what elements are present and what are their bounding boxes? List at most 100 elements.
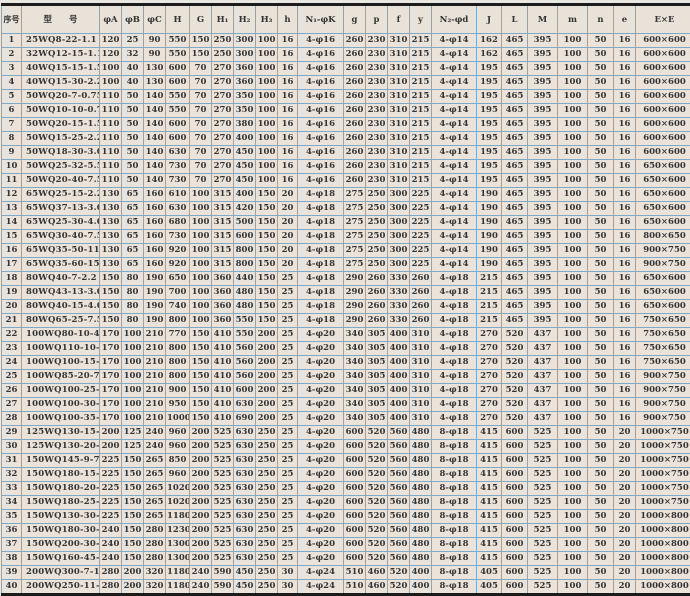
value-cell: 600×600 (636, 90, 690, 104)
value-cell: 200 (190, 496, 212, 510)
value-cell: 270 (212, 118, 234, 132)
value-cell: 100 (558, 440, 588, 454)
value-cell: 310 (388, 48, 410, 62)
value-cell: 100 (190, 286, 212, 300)
value-cell: 20 (614, 566, 636, 580)
value-cell: 16 (614, 286, 636, 300)
value-cell: 8-φ18 (432, 524, 477, 538)
value-cell: 4-φ14 (432, 146, 477, 160)
value-cell: 100 (558, 328, 588, 342)
value-cell: 100 (558, 468, 588, 482)
value-cell: 170 (100, 328, 122, 342)
value-cell: 440 (234, 272, 256, 286)
value-cell: 290 (344, 314, 366, 328)
value-cell: 1000×750 (636, 454, 690, 468)
value-cell: 630 (234, 524, 256, 538)
value-cell: 100 (558, 48, 588, 62)
model-cell: 80WQ40-15-4.0 (22, 300, 100, 314)
value-cell: 20 (614, 496, 636, 510)
value-cell: 225 (100, 496, 122, 510)
value-cell: 4-φ14 (432, 216, 477, 230)
column-header: H₂ (234, 5, 256, 34)
value-cell: 150 (122, 496, 144, 510)
value-cell: 310 (410, 370, 432, 384)
value-cell: 520 (366, 538, 388, 552)
value-cell: 50 (588, 132, 614, 146)
value-cell: 20 (278, 230, 298, 244)
value-cell: 4-φ14 (432, 62, 477, 76)
value-cell: 1000×750 (636, 426, 690, 440)
value-cell: 16 (614, 342, 636, 356)
value-cell: 260 (344, 160, 366, 174)
value-cell: 162 (477, 48, 502, 62)
value-cell: 460 (366, 580, 388, 595)
model-cell: 100WQ100-25-11 (22, 384, 100, 398)
value-cell: 150 (256, 314, 278, 328)
value-cell: 50 (588, 510, 614, 524)
value-cell: 50 (588, 34, 614, 48)
value-cell: 650×600 (636, 272, 690, 286)
value-cell: 960 (166, 426, 190, 440)
value-cell: 100 (558, 244, 588, 258)
value-cell: 4-φ24 (298, 580, 344, 595)
value-cell: 16 (614, 370, 636, 384)
value-cell: 25 (278, 524, 298, 538)
value-cell: 415 (477, 496, 502, 510)
value-cell: 4-φ18 (432, 356, 477, 370)
value-cell: 20 (278, 188, 298, 202)
value-cell: 525 (528, 440, 558, 454)
value-cell: 4-φ14 (432, 202, 477, 216)
value-cell: 25 (278, 482, 298, 496)
value-cell: 465 (502, 132, 528, 146)
value-cell: 12 (2, 188, 22, 202)
value-cell: 550 (166, 48, 190, 62)
value-cell: 525 (212, 468, 234, 482)
value-cell: 600×600 (636, 104, 690, 118)
value-cell: 600 (344, 482, 366, 496)
table-row: 27100WQ100-30-15170100210950150410630200… (2, 398, 690, 412)
value-cell: 100 (256, 160, 278, 174)
value-cell: 100 (256, 132, 278, 146)
value-cell: 195 (477, 146, 502, 160)
value-cell: 270 (212, 104, 234, 118)
model-cell: 65WQ35-60-15 (22, 258, 100, 272)
value-cell: 65 (122, 216, 144, 230)
value-cell: 250 (256, 468, 278, 482)
value-cell: 525 (212, 510, 234, 524)
value-cell: 65 (122, 244, 144, 258)
value-cell: 437 (528, 384, 558, 398)
value-cell: 300 (388, 216, 410, 230)
value-cell: 100 (558, 580, 588, 595)
value-cell: 25 (122, 34, 144, 48)
value-cell: 200 (256, 370, 278, 384)
value-cell: 650×600 (636, 160, 690, 174)
value-cell: 9 (2, 146, 22, 160)
value-cell: 520 (366, 454, 388, 468)
value-cell: 405 (477, 580, 502, 595)
value-cell: 410 (212, 342, 234, 356)
value-cell: 4-φ18 (432, 272, 477, 286)
value-cell: 50 (588, 90, 614, 104)
value-cell: 600×600 (636, 132, 690, 146)
value-cell: 600×600 (636, 34, 690, 48)
value-cell: 280 (144, 538, 166, 552)
value-cell: 3 (2, 62, 22, 76)
value-cell: 100 (558, 132, 588, 146)
model-cell: 50WQ20-15-1.5 (22, 118, 100, 132)
value-cell: 360 (212, 300, 234, 314)
value-cell: 1000×800 (636, 524, 690, 538)
column-header: h (278, 5, 298, 34)
value-cell: 16 (614, 76, 636, 90)
value-cell: 4-φ16 (298, 132, 344, 146)
value-cell: 50 (122, 160, 144, 174)
table-row: 1765WQ35-60-1513065160920100315800150204… (2, 258, 690, 272)
value-cell: 600 (344, 524, 366, 538)
value-cell: 250 (212, 34, 234, 48)
table-row: 1265WQ25-15-2.21306516061010031540015020… (2, 188, 690, 202)
value-cell: 70 (190, 104, 212, 118)
value-cell: 600 (166, 76, 190, 90)
value-cell: 50 (122, 146, 144, 160)
value-cell: 110 (100, 146, 122, 160)
value-cell: 310 (410, 356, 432, 370)
value-cell: 200 (256, 398, 278, 412)
